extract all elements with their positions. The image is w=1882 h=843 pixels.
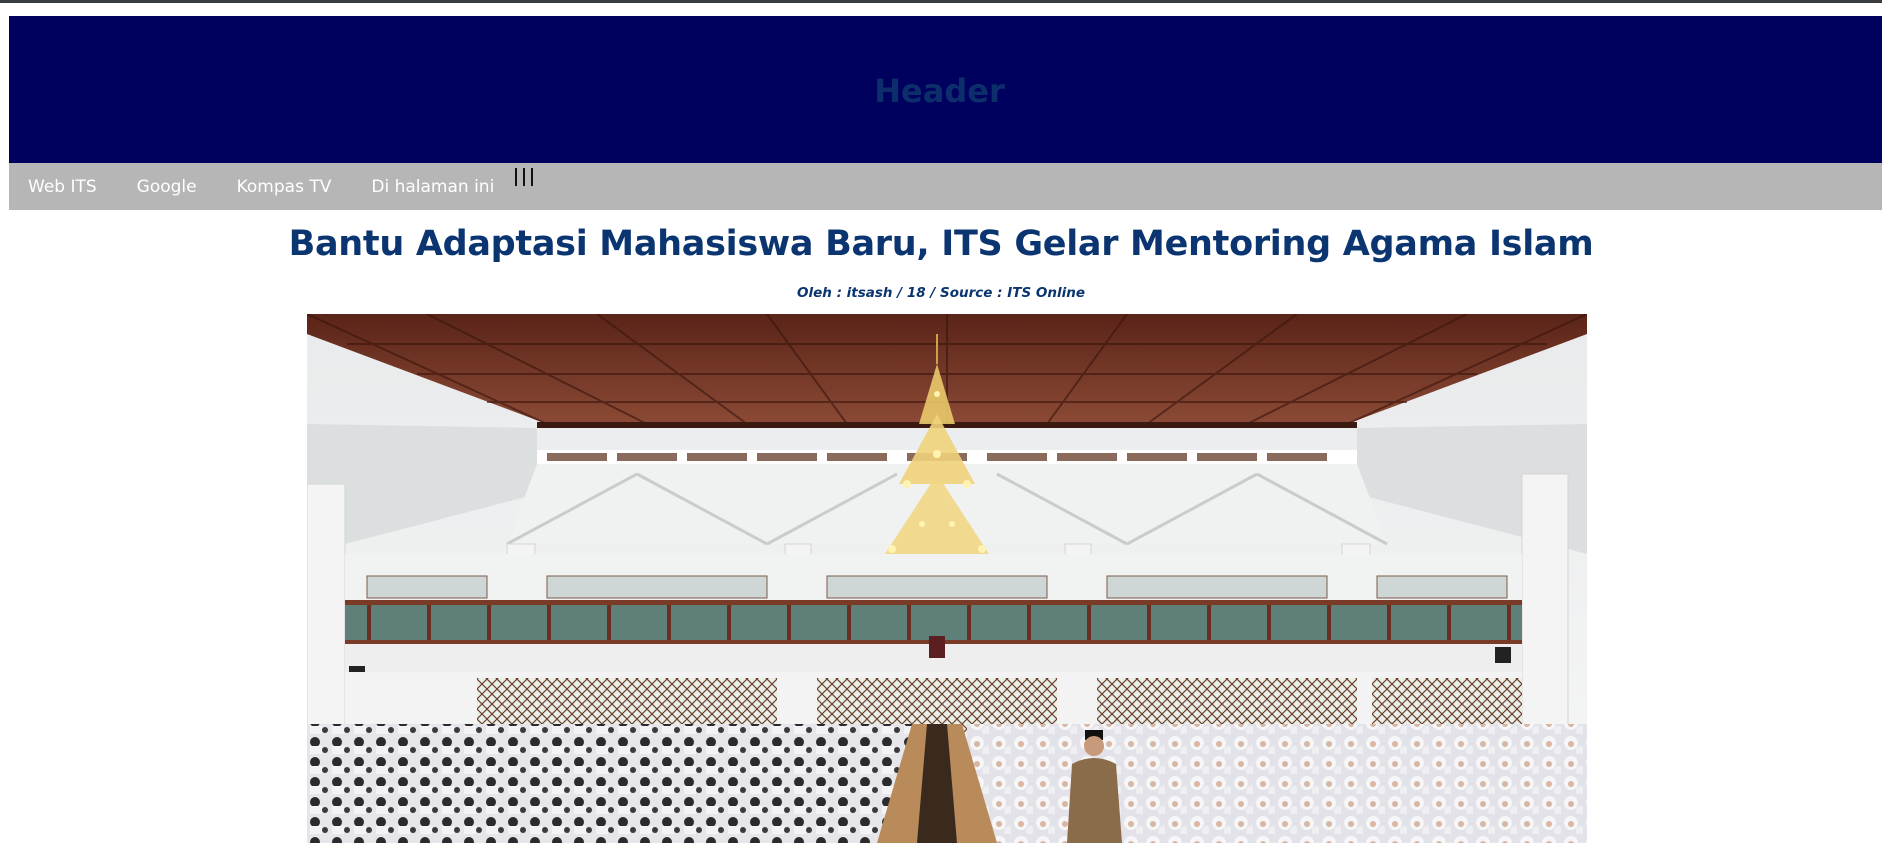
menu-bar [531,167,534,186]
menu-bar [515,167,518,186]
page-header: Header [9,16,1882,163]
menu-toggle-icon[interactable] [515,167,534,186]
window-top-border [0,0,1882,3]
navigation-bar: Web ITS Google Kompas TV Di halaman ini [9,163,1882,210]
menu-bar [523,167,526,186]
nav-link-di-halaman-ini[interactable]: Di halaman ini [371,177,494,197]
article-title: Bantu Adaptasi Mahasiswa Baru, ITS Gelar… [288,224,1594,264]
article-photo [307,314,1587,843]
nav-link-google[interactable]: Google [137,177,197,197]
article-byline: Oleh : itsash / 18 / Source : ITS Online [797,285,1085,301]
nav-link-kompas-tv[interactable]: Kompas TV [237,177,332,197]
nav-link-web-its[interactable]: Web ITS [28,177,97,197]
header-title: Header [874,71,1005,110]
